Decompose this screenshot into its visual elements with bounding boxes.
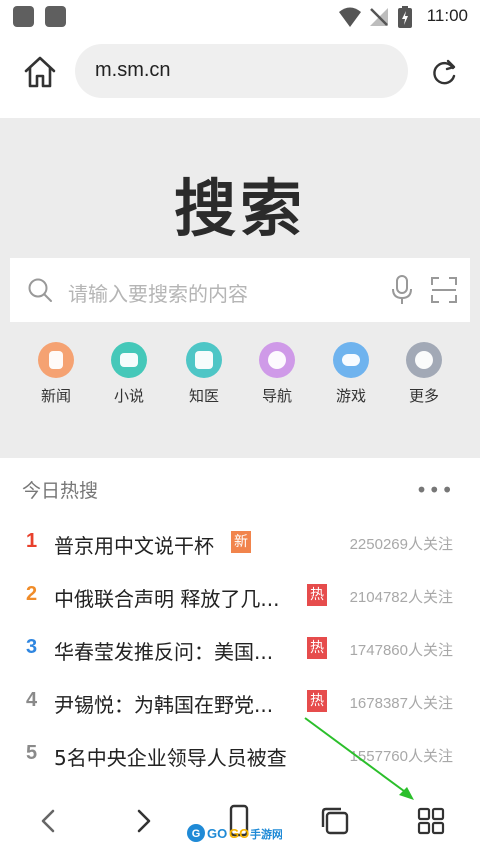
- shortcut-navigation[interactable]: 导航: [240, 342, 314, 406]
- compass-icon: [259, 342, 295, 378]
- scan-icon[interactable]: [430, 276, 458, 304]
- hot-badge: 热: [307, 690, 327, 712]
- shortcut-medical[interactable]: 知医: [167, 342, 241, 406]
- hot-search-item[interactable]: 5 5名中央企业领导人员被查 1557760人关注: [0, 728, 480, 781]
- hot-badge: 热: [307, 584, 327, 606]
- rank-number: 1: [26, 530, 38, 552]
- shortcut-novel[interactable]: 小说: [92, 342, 166, 406]
- shortcut-label: 更多: [408, 387, 439, 405]
- battery-icon: [398, 6, 412, 28]
- gamepad-icon: [333, 342, 369, 378]
- shortcut-label: 知医: [188, 387, 219, 405]
- browser-bar: m.sm.cn: [0, 34, 480, 118]
- shortcut-label: 新闻: [40, 387, 71, 405]
- follow-count: 1678387人关注: [349, 695, 453, 712]
- svg-text:手游网: 手游网: [250, 827, 282, 841]
- rank-number: 3: [26, 636, 38, 658]
- notification-icon: [13, 6, 34, 27]
- shortcut-games[interactable]: 游戏: [314, 342, 388, 406]
- hot-search-text: 普京用中文说干杯: [54, 534, 214, 558]
- medical-icon: [186, 342, 222, 378]
- search-input[interactable]: 请输入要搜索的内容: [68, 278, 248, 307]
- rank-number: 5: [26, 742, 38, 764]
- hot-search-text: 5名中央企业领导人员被查: [54, 746, 287, 770]
- svg-text:GO: GO: [229, 826, 249, 841]
- shortcut-news[interactable]: 新闻: [19, 342, 93, 406]
- forward-icon[interactable]: [126, 804, 160, 838]
- tabs-icon[interactable]: [318, 804, 352, 838]
- search-title: 搜索: [173, 172, 306, 245]
- status-time: 11:00: [426, 6, 468, 25]
- refresh-icon[interactable]: [428, 56, 460, 88]
- new-badge: 新: [231, 531, 251, 553]
- shortcut-more[interactable]: 更多: [387, 342, 461, 406]
- home-icon[interactable]: [22, 54, 58, 90]
- microphone-icon[interactable]: [390, 274, 414, 306]
- search-box[interactable]: 请输入要搜索的内容: [10, 258, 470, 322]
- search-section: 搜索 请输入要搜索的内容 新闻 小说 知医 导航 游戏 更多: [0, 118, 480, 458]
- notification-icon: [45, 6, 66, 27]
- signal-icon: [370, 8, 388, 26]
- shortcut-label: 小说: [113, 387, 144, 405]
- follow-count: 2104782人关注: [349, 589, 453, 606]
- search-icon: [28, 278, 52, 302]
- follow-count: 2250269人关注: [349, 536, 453, 553]
- watermark-logo: G GO GO 手游网: [187, 824, 282, 842]
- hot-search-text: 尹锡悦：为韩国在野党...: [54, 693, 274, 717]
- more-options-icon[interactable]: •••: [416, 478, 454, 502]
- hot-search-item[interactable]: 4 尹锡悦：为韩国在野党... 热 1678387人关注: [0, 675, 480, 728]
- menu-grid-icon[interactable]: [414, 804, 448, 838]
- wifi-icon: [339, 7, 361, 27]
- hot-search-item[interactable]: 1 普京用中文说干杯 新 2250269人关注: [0, 516, 480, 569]
- svg-text:G: G: [192, 828, 201, 840]
- hot-search-title: 今日热搜: [22, 480, 99, 502]
- hot-search-text: 中俄联合声明 释放了几...: [54, 587, 280, 611]
- shortcut-label: 游戏: [335, 387, 366, 405]
- rank-number: 4: [26, 689, 38, 711]
- rank-number: 2: [26, 583, 38, 605]
- hot-search-item[interactable]: 2 中俄联合声明 释放了几... 热 2104782人关注: [0, 569, 480, 622]
- hot-search-header: 今日热搜 •••: [0, 458, 480, 516]
- status-bar: 11:00: [0, 0, 480, 34]
- follow-count: 1557760人关注: [349, 748, 453, 765]
- shortcut-grid: 新闻 小说 知医 导航 游戏 更多: [0, 342, 480, 432]
- hot-search-text: 华春莹发推反问：美国...: [54, 640, 274, 664]
- svg-text:GO: GO: [207, 826, 227, 841]
- shortcut-label: 导航: [261, 387, 292, 405]
- book-icon: [111, 342, 147, 378]
- url-text: m.sm.cn: [95, 59, 171, 81]
- hot-badge: 热: [307, 637, 327, 659]
- follow-count: 1747860人关注: [349, 642, 453, 659]
- chevron-down-icon: [406, 342, 442, 378]
- back-icon[interactable]: [32, 804, 66, 838]
- hot-search-item[interactable]: 3 华春莹发推反问：美国... 热 1747860人关注: [0, 622, 480, 675]
- url-bar[interactable]: m.sm.cn: [75, 44, 408, 98]
- news-icon: [38, 342, 74, 378]
